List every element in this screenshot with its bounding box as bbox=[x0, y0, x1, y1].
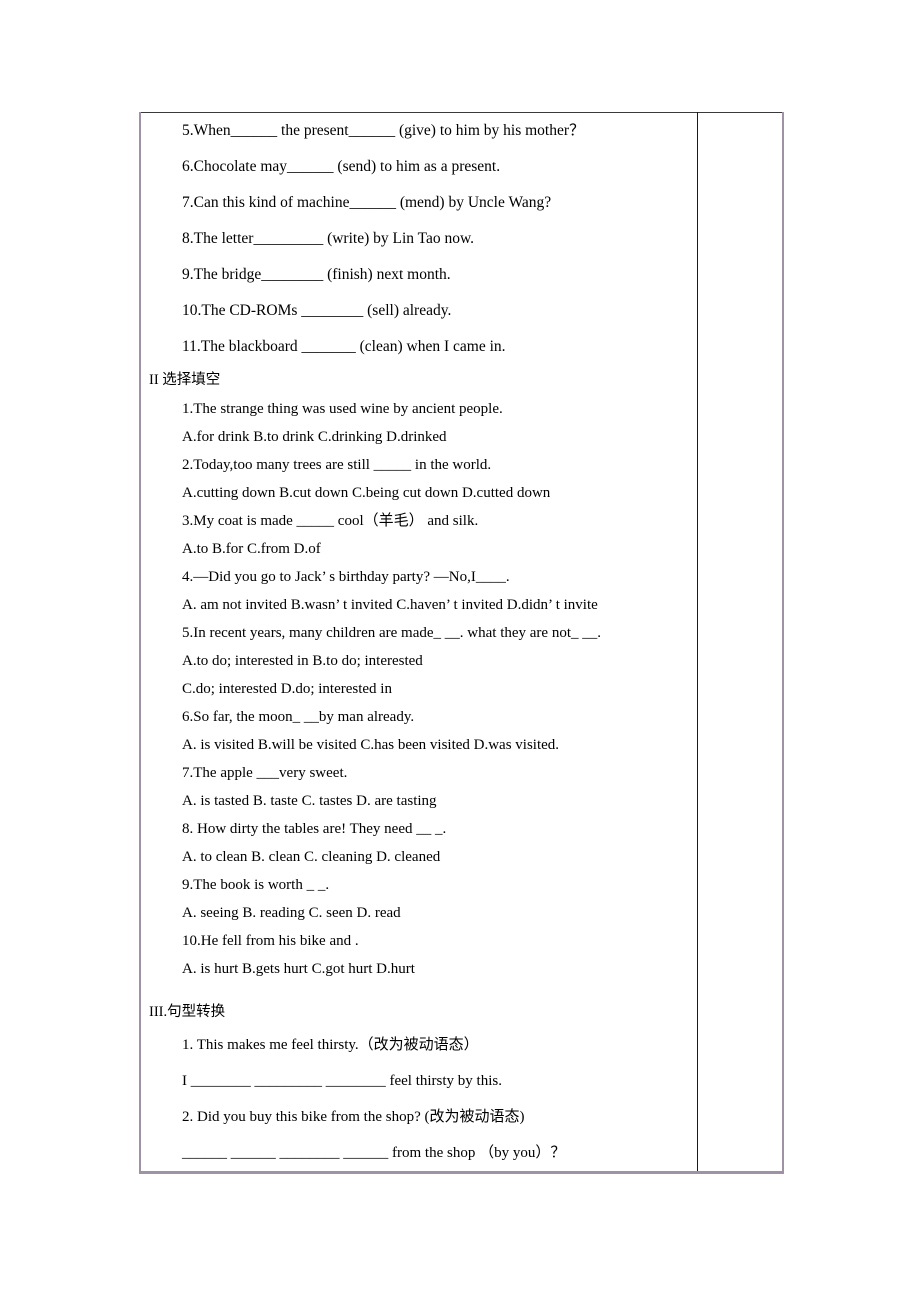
question-stem: 5.In recent years, many children are mad… bbox=[182, 625, 602, 641]
question-options: A. to clean B. clean C. cleaning D. clea… bbox=[182, 849, 441, 865]
worksheet-table: 5.When______ the present______ (give) to… bbox=[139, 112, 784, 1174]
worksheet-content-cell: 5.When______ the present______ (give) to… bbox=[139, 112, 698, 1174]
question-options: A. is tasted B. taste C. tastes D. are t… bbox=[182, 793, 437, 809]
fill-item: 11.The blackboard _______ (clean) when I… bbox=[182, 338, 506, 355]
question-options: A. am not invited B.wasn’ t invited C.ha… bbox=[182, 597, 598, 613]
fill-item: 8.The letter_________ (write) by Lin Tao… bbox=[182, 230, 475, 247]
worksheet-page: 5.When______ the present______ (give) to… bbox=[0, 0, 920, 1302]
transformation-item: 2. Did you buy this bike from the shop? … bbox=[182, 1109, 525, 1125]
transformation-item: 1. This makes me feel thirsty.（改为被动语态） bbox=[182, 1037, 479, 1053]
fill-item: 6.Chocolate may______ (send) to him as a… bbox=[182, 158, 501, 175]
section-heading-sentence-transformation: III.句型转换 bbox=[149, 1004, 226, 1020]
question-options: A.for drink B.to drink C.drinking D.drin… bbox=[182, 429, 447, 445]
question-stem: 7.The apple ___very sweet. bbox=[182, 765, 348, 781]
question-options: A.to do; interested in B.to do; interest… bbox=[182, 653, 423, 669]
notes-column-cell bbox=[697, 112, 784, 1174]
question-options: A.to B.for C.from D.of bbox=[182, 541, 321, 557]
question-stem: 3.My coat is made _____ cool（羊毛） and sil… bbox=[182, 513, 479, 529]
question-options: A. is visited B.will be visited C.has be… bbox=[182, 737, 560, 753]
fill-blank-group: 5.When______ the present______ (give) to… bbox=[141, 113, 697, 365]
question-stem: 6.So far, the moon_ __by man already. bbox=[182, 709, 415, 725]
question-options: A.cutting down B.cut down C.being cut do… bbox=[182, 485, 551, 501]
transformation-answer-line: I ________ _________ ________ feel thirs… bbox=[182, 1073, 502, 1089]
question-stem: 8. How dirty the tables are! They need _… bbox=[182, 821, 447, 837]
table-row: 5.When______ the present______ (give) to… bbox=[139, 112, 784, 1174]
question-options-second-row: C.do; interested D.do; interested in bbox=[182, 681, 392, 697]
transformation-answer-line: ______ ______ ________ ______ from the s… bbox=[182, 1145, 566, 1161]
fill-item: 5.When______ the present______ (give) to… bbox=[182, 122, 585, 139]
question-stem: 2.Today,too many trees are still _____ i… bbox=[182, 457, 492, 473]
question-stem: 1.The strange thing was used wine by anc… bbox=[182, 401, 503, 417]
fill-item: 7.Can this kind of machine______ (mend) … bbox=[182, 194, 552, 211]
question-options: A. is hurt B.gets hurt C.got hurt D.hurt bbox=[182, 961, 415, 977]
section-heading-multiple-choice: II 选择填空 bbox=[149, 372, 221, 388]
question-options: A. seeing B. reading C. seen D. read bbox=[182, 905, 401, 921]
fill-item: 9.The bridge________ (finish) next month… bbox=[182, 266, 451, 283]
fill-item: 10.The CD-ROMs ________ (sell) already. bbox=[182, 302, 452, 319]
question-stem: 9.The book is worth _ _. bbox=[182, 877, 330, 893]
question-stem: 10.He fell from his bike and . bbox=[182, 933, 359, 949]
question-stem: 4.—Did you go to Jack’ s birthday party?… bbox=[182, 569, 510, 585]
